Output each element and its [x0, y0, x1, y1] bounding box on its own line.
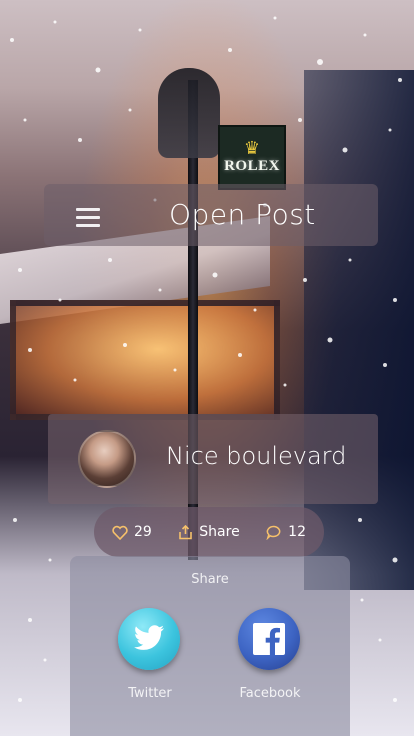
background-store-sign: ♛ ROLEX [218, 125, 286, 190]
like-button[interactable]: 29 [112, 524, 152, 540]
crown-icon: ♛ [243, 138, 261, 159]
facebook-icon [253, 623, 285, 655]
facebook-share-button[interactable] [238, 608, 300, 670]
twitter-label: Twitter [128, 686, 172, 701]
like-count: 29 [134, 524, 152, 540]
page-title: Open Post [169, 198, 316, 231]
post-stats-bar: 29 Share 12 [94, 507, 324, 557]
twitter-icon [134, 625, 165, 650]
comment-button[interactable]: 12 [266, 524, 306, 540]
share-icon [179, 524, 193, 539]
background-lamp-head [158, 68, 220, 158]
header-bar: Open Post [44, 184, 378, 246]
share-panel: Share Twitter Facebook [70, 556, 350, 736]
facebook-label: Facebook [239, 686, 301, 701]
store-sign-text: ROLEX [224, 158, 280, 174]
comment-icon [266, 525, 281, 540]
post-card: Nice boulevard [48, 414, 378, 504]
heart-icon [112, 525, 128, 540]
menu-icon[interactable] [76, 208, 100, 227]
twitter-share-button[interactable] [118, 608, 180, 670]
background-shopfront [10, 300, 280, 420]
avatar[interactable] [78, 430, 136, 488]
comment-count: 12 [288, 524, 306, 540]
share-panel-title: Share [191, 572, 229, 587]
share-button-label: Share [199, 524, 240, 540]
post-title: Nice boulevard [166, 442, 347, 470]
background-building [304, 70, 414, 590]
share-button[interactable]: Share [178, 524, 240, 540]
